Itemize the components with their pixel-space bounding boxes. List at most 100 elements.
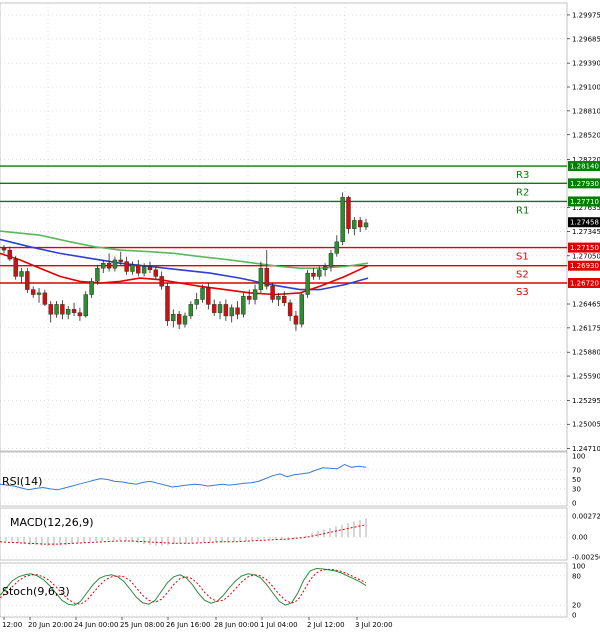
level-name-r2: R2 [516,187,529,198]
indicator-tick-label: 80 [572,572,581,580]
candle-body [363,222,369,228]
candle-body [60,304,65,315]
price-tick-label: 1.29975 [572,11,600,19]
price-tick-label: 1.26465 [572,301,600,309]
candle-body [182,315,188,325]
candle-body [89,281,94,295]
indicator-tick-label: -0.002565 [572,554,600,562]
level-name-r3: R3 [516,170,529,181]
rsi-panel-frame [0,451,568,507]
candle-body [106,263,112,269]
macd-axis: 0.002727 0.00 -0.002565 [572,513,600,562]
time-tick-label: 26 Jun 16:00 [166,621,210,629]
candle-body [1,248,7,251]
time-tick-label: 25 Jun 08:00 [120,621,164,629]
candle-body [42,292,48,305]
candle-body [299,294,304,325]
level-name-s2: S2 [516,270,529,281]
time-axis: 12:00 20 Jun 20:00 24 Jun 00:00 25 Jun 08:0… [2,617,393,629]
candle-body [229,307,234,317]
candle-body [194,299,199,305]
indicator-tick-label: 100 [572,563,585,571]
time-tick-label: 28 Jun 00:00 [214,621,258,629]
candle-body [71,309,77,313]
candle-body [118,259,123,262]
macd-panel: MACD(12,26,9) 0.002727 0.00 -0.002565 [0,507,600,562]
candle-body [328,253,334,267]
candle-body [200,287,205,300]
candle-body [247,295,252,300]
level-name-s1: S1 [516,252,529,263]
candle-body [287,302,293,317]
candle-body [25,271,30,290]
candle-body [352,220,357,229]
candle-body [77,312,83,317]
candle-body [19,271,24,277]
price-chart: R3 R2 R1 S1 S2 S3 1.29975 1.29685 1.29390 1.2910… [0,2,600,629]
price-tick-label: 1.29100 [572,84,600,92]
candle-body [130,264,135,272]
candle-body [258,267,264,290]
current-price-label: 1.27458 [570,219,599,227]
indicator-tick-label: 100 [572,453,585,461]
candle-body [153,269,159,277]
candle-body [124,261,129,272]
candle-body [217,304,223,313]
time-tick-label: 2 Jul 12:00 [307,621,345,629]
candle-body [276,295,281,300]
indicator-tick-label: 70 [572,467,581,475]
time-tick-label: 24 Jun 00:00 [74,621,118,629]
indicator-tick-label: 0 [572,500,576,508]
indicator-tick-label: 0.002727 [572,513,600,521]
candle-body [346,197,351,229]
indicator-tick-label: 30 [572,485,581,493]
candle-body [101,263,106,269]
stoch-label: Stoch(9,6,3) [2,585,70,598]
price-tick-label: 1.25590 [572,373,600,381]
time-tick-label: 3 Jul 20:00 [355,621,393,629]
candle-body [147,266,153,271]
level-name-r1: R1 [516,205,529,216]
level-price-label: 1.27930 [570,180,599,188]
price-tick-label: 1.25880 [572,349,600,357]
candle-body [282,295,287,303]
price-tick-label: 1.25295 [572,397,600,405]
price-tick-label: 1.29685 [572,35,600,43]
candle-body [317,269,322,277]
candle-body [334,241,340,254]
candle-body [7,249,13,260]
time-tick-label: 20 Jun 20:00 [28,621,72,629]
rsi-panel: RSI(14) 100 705030 0 [0,451,585,508]
candle-body [176,314,182,325]
candle-body [252,289,258,300]
level-price-label: 1.26720 [570,280,599,288]
candle-body [311,272,316,277]
candle-body [235,307,240,315]
current-price-tag: 1.27458 [568,217,600,228]
candle-body [223,304,229,317]
candle-body [165,286,170,322]
time-tick-label: 1 Jul 04:00 [260,621,298,629]
level-price-label: 1.28140 [570,163,599,171]
candle-body [48,304,53,315]
indicator-tick-label: 20 [572,602,581,610]
candle-body [211,304,217,313]
candle-body [264,267,269,287]
candle-body [322,266,328,271]
level-price-label: 1.27150 [570,244,599,252]
rsi-axis: 100 705030 0 [572,453,585,508]
price-tick-label: 1.25005 [572,421,600,429]
level-price-label: 1.26930 [570,262,599,270]
candle-body [305,272,310,295]
candle-body [66,309,71,315]
candle-body [136,264,141,274]
level-price-label: 1.27710 [570,198,599,206]
level-name-s3: S3 [516,287,529,298]
price-tick-label: 1.28810 [572,107,600,115]
candle-body [141,266,147,274]
price-axis: 1.29975 1.29685 1.29390 1.29100 1.28810 1.285… [567,11,600,453]
stoch-axis: 10080 20 0 [572,563,585,620]
candle-body [340,197,345,243]
macd-label: MACD(12,26,9) [10,516,94,529]
candle-body [188,304,194,317]
